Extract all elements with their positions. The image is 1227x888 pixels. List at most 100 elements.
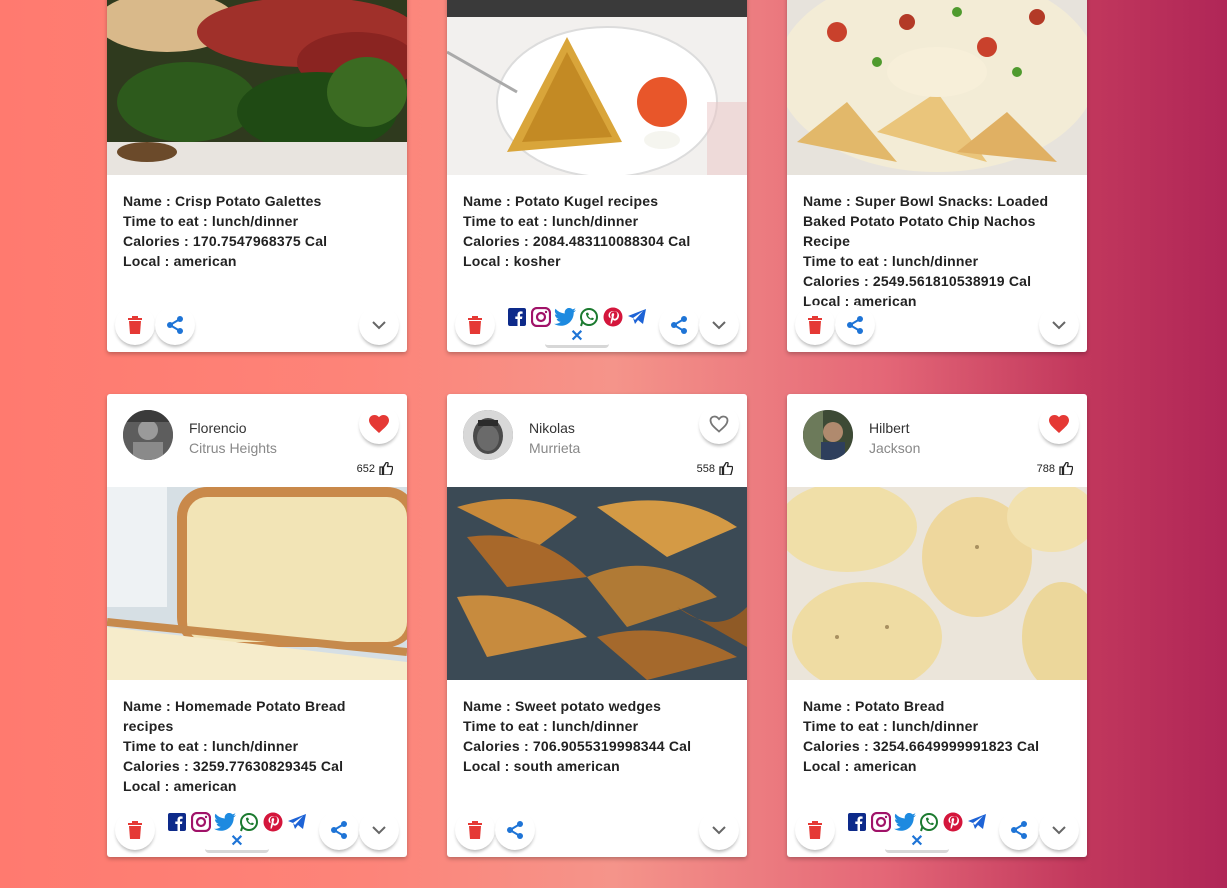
recipe-info: Name : Super Bowl Snacks: Loaded Baked P… (803, 191, 1071, 311)
recipe-time: Time to eat : lunch/dinner (463, 718, 639, 734)
recipe-name: Name : Homemade Potato Bread recipes (123, 698, 346, 734)
expand-button[interactable] (359, 810, 399, 850)
share-button[interactable] (319, 810, 359, 850)
like-count-value: 652 (356, 462, 375, 475)
recipe-photo (447, 0, 747, 175)
close-share-button[interactable]: ✕ (205, 834, 269, 853)
whatsapp-icon[interactable] (917, 810, 941, 834)
recipe-card: Florencio Citrus Heights 652 Name : Home… (107, 394, 407, 857)
avatar[interactable] (123, 410, 173, 460)
chevron-down-icon (712, 321, 726, 330)
whatsapp-icon[interactable] (237, 810, 261, 834)
like-count: 788 (1037, 462, 1073, 475)
recipe-info: Name : Potato Kugel recipes Time to eat … (463, 191, 731, 271)
telegram-icon[interactable] (625, 305, 649, 329)
telegram-icon[interactable] (965, 810, 989, 834)
like-count: 558 (697, 462, 733, 475)
recipe-name: Name : Potato Bread (803, 698, 945, 714)
chevron-down-icon (1052, 321, 1066, 330)
recipe-info: Name : Potato Bread Time to eat : lunch/… (803, 696, 1071, 776)
chevron-down-icon (372, 321, 386, 330)
twitter-icon[interactable] (553, 305, 577, 329)
trash-icon (128, 821, 142, 839)
recipe-calories: Calories : 3259.77630829345 Cal (123, 758, 344, 774)
chevron-down-icon (1052, 826, 1066, 835)
recipe-info: Name : Sweet potato wedges Time to eat :… (463, 696, 731, 776)
share-button[interactable] (999, 810, 1039, 850)
recipe-calories: Calories : 170.7547968375 Cal (123, 233, 328, 249)
facebook-icon[interactable] (505, 305, 529, 329)
instagram-icon[interactable] (529, 305, 553, 329)
user-location: Murrieta (529, 440, 581, 456)
twitter-icon[interactable] (213, 810, 237, 834)
recipe-calories: Calories : 3254.6649999991823 Cal (803, 738, 1040, 754)
share-icon (167, 316, 183, 334)
instagram-icon[interactable] (189, 810, 213, 834)
like-button[interactable] (699, 404, 739, 444)
share-icon (847, 316, 863, 334)
share-icon (507, 821, 523, 839)
close-share-button[interactable]: ✕ (545, 328, 609, 348)
card-header: Nikolas Murrieta 558 (447, 394, 747, 487)
avatar[interactable] (803, 410, 853, 460)
avatar[interactable] (463, 410, 513, 460)
close-icon: ✕ (570, 328, 584, 345)
share-button[interactable] (155, 305, 195, 345)
twitter-icon[interactable] (893, 810, 917, 834)
share-button[interactable] (659, 305, 699, 345)
trash-icon (128, 316, 142, 334)
recipe-photo (447, 487, 747, 680)
pinterest-icon[interactable] (941, 810, 965, 834)
share-button[interactable] (835, 305, 875, 345)
facebook-icon[interactable] (845, 810, 869, 834)
recipe-name: Name : Super Bowl Snacks: Loaded Baked P… (803, 193, 1049, 249)
expand-button[interactable] (359, 305, 399, 345)
recipe-time: Time to eat : lunch/dinner (803, 718, 979, 734)
trash-icon (808, 821, 822, 839)
heart-outline-icon (709, 415, 729, 433)
delete-button[interactable] (795, 810, 835, 850)
chevron-down-icon (372, 826, 386, 835)
instagram-icon[interactable] (869, 810, 893, 834)
heart-icon (1049, 415, 1069, 433)
share-icon (671, 316, 687, 334)
recipe-card: Hilbert Jackson 788 Name : Potato Bread … (787, 394, 1087, 857)
whatsapp-icon[interactable] (577, 305, 601, 329)
recipe-local: Local : american (803, 758, 917, 774)
pinterest-icon[interactable] (261, 810, 285, 834)
recipe-card: Name : Super Bowl Snacks: Loaded Baked P… (787, 0, 1087, 352)
delete-button[interactable] (455, 810, 495, 850)
recipe-local: Local : american (123, 253, 237, 269)
recipe-photo (107, 0, 407, 175)
recipe-name: Name : Sweet potato wedges (463, 698, 662, 714)
recipe-time: Time to eat : lunch/dinner (463, 213, 639, 229)
recipe-name: Name : Crisp Potato Galettes (123, 193, 322, 209)
share-icon (1011, 821, 1027, 839)
recipe-info: Name : Homemade Potato Bread recipes Tim… (123, 696, 391, 796)
delete-button[interactable] (455, 305, 495, 345)
like-button[interactable] (1039, 404, 1079, 444)
user-location: Citrus Heights (189, 440, 277, 456)
thumb-up-icon (719, 462, 733, 475)
telegram-icon[interactable] (285, 810, 309, 834)
delete-button[interactable] (115, 810, 155, 850)
expand-button[interactable] (1039, 810, 1079, 850)
like-button[interactable] (359, 404, 399, 444)
thumb-up-icon (379, 462, 393, 475)
expand-button[interactable] (699, 305, 739, 345)
facebook-icon[interactable] (165, 810, 189, 834)
recipe-calories: Calories : 2084.483110088304 Cal (463, 233, 691, 249)
pinterest-icon[interactable] (601, 305, 625, 329)
delete-button[interactable] (115, 305, 155, 345)
close-icon: ✕ (910, 833, 924, 850)
expand-button[interactable] (699, 810, 739, 850)
close-share-button[interactable]: ✕ (885, 833, 949, 853)
user-name: Nikolas (529, 420, 575, 436)
expand-button[interactable] (1039, 305, 1079, 345)
share-button[interactable] (495, 810, 535, 850)
delete-button[interactable] (795, 305, 835, 345)
user-location: Jackson (869, 440, 921, 456)
recipe-time: Time to eat : lunch/dinner (803, 253, 979, 269)
share-network-row (505, 305, 649, 329)
user-name: Florencio (189, 420, 247, 436)
